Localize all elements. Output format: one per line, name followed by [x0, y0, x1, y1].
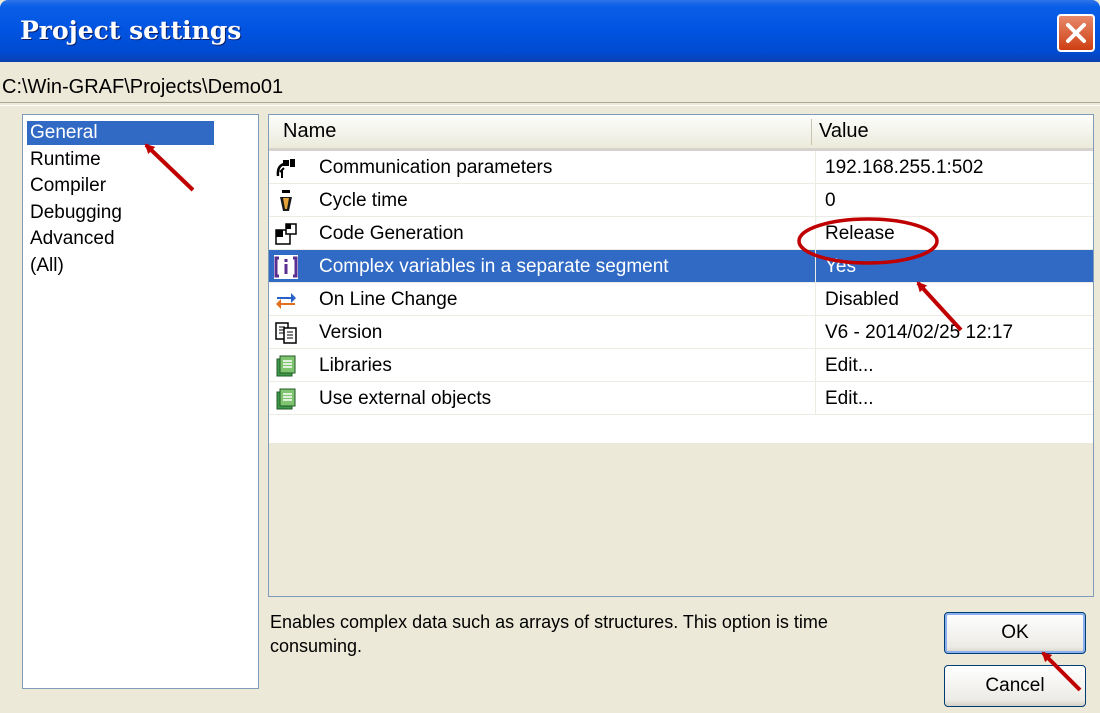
property-value[interactable]: 0 — [825, 184, 836, 217]
category-runtime[interactable]: Runtime — [27, 148, 104, 172]
column-header-value[interactable]: Value — [819, 115, 869, 148]
library-icon — [276, 355, 296, 377]
category-debugging[interactable]: Debugging — [27, 201, 125, 225]
category-list[interactable]: General Runtime Compiler Debugging Advan… — [22, 114, 259, 689]
property-value[interactable]: Edit... — [825, 382, 874, 415]
title-bar[interactable]: Project settings — [0, 0, 1100, 62]
property-value[interactable]: Edit... — [825, 349, 874, 382]
cell-divider — [815, 151, 816, 184]
category-general[interactable]: General — [27, 121, 214, 145]
cell-divider — [815, 250, 816, 283]
documents-icon — [275, 322, 297, 344]
property-name: Code Generation — [319, 223, 464, 244]
property-description: Enables complex data such as arrays of s… — [270, 612, 828, 656]
property-row-online-change[interactable]: On Line Change Disabled — [269, 283, 1093, 316]
cell-divider — [815, 217, 816, 250]
property-row-communication[interactable]: Communication parameters 192.168.255.1:5… — [269, 151, 1093, 184]
category-compiler[interactable]: Compiler — [27, 174, 109, 198]
property-value[interactable]: Release — [825, 217, 895, 250]
project-settings-dialog: Project settings C:\Win-GRAF\Projects\De… — [0, 0, 1100, 713]
property-value[interactable]: V6 - 2014/02/25 12:17 — [825, 316, 1013, 349]
cell-divider — [815, 184, 816, 217]
column-divider[interactable] — [811, 119, 812, 145]
network-icon — [276, 159, 295, 178]
property-value[interactable]: Disabled — [825, 283, 899, 316]
cell-divider — [815, 349, 816, 382]
column-header-name[interactable]: Name — [283, 115, 336, 148]
property-name: Version — [319, 322, 383, 343]
project-path: C:\Win-GRAF\Projects\Demo01 — [2, 76, 284, 98]
cancel-button[interactable]: Cancel — [944, 665, 1086, 707]
cell-divider — [815, 382, 816, 415]
property-value[interactable]: 192.168.255.1:502 — [825, 151, 984, 184]
close-icon — [1066, 23, 1086, 43]
property-name: On Line Change — [319, 289, 458, 310]
property-row-complex-variables[interactable]: Complex variables in a separate segment … — [269, 250, 1093, 283]
property-value[interactable]: Yes — [825, 250, 856, 283]
property-name: Communication parameters — [319, 157, 553, 178]
close-button[interactable] — [1057, 14, 1095, 52]
dialog-title: Project settings — [20, 16, 242, 45]
property-row-libraries[interactable]: Libraries Edit... — [269, 349, 1093, 382]
category-all[interactable]: (All) — [27, 254, 67, 278]
code-generation-icon — [275, 223, 297, 245]
cell-divider — [815, 283, 816, 316]
cell-divider — [815, 316, 816, 349]
property-name: Complex variables in a separate segment — [319, 256, 669, 277]
ok-button[interactable]: OK — [944, 612, 1086, 654]
divider — [0, 102, 1100, 106]
property-row-code-generation[interactable]: Code Generation Release — [269, 217, 1093, 250]
stopwatch-icon — [280, 190, 292, 211]
property-name: Libraries — [319, 355, 392, 376]
grid-header: Name Value — [269, 115, 1093, 151]
property-grid[interactable]: Name Value Communication parameters 192.… — [268, 114, 1094, 597]
grid-empty-area — [269, 443, 1093, 596]
category-advanced[interactable]: Advanced — [27, 227, 118, 251]
property-row-version[interactable]: Version V6 - 2014/02/25 12:17 — [269, 316, 1093, 349]
swap-arrows-icon — [276, 293, 296, 309]
property-name: Cycle time — [319, 190, 408, 211]
property-name: Use external objects — [319, 388, 492, 409]
property-row-external-objects[interactable]: Use external objects Edit... — [269, 382, 1093, 415]
property-row-cycle-time[interactable]: Cycle time 0 — [269, 184, 1093, 217]
library-icon — [276, 388, 296, 410]
array-brackets-icon — [274, 255, 298, 279]
